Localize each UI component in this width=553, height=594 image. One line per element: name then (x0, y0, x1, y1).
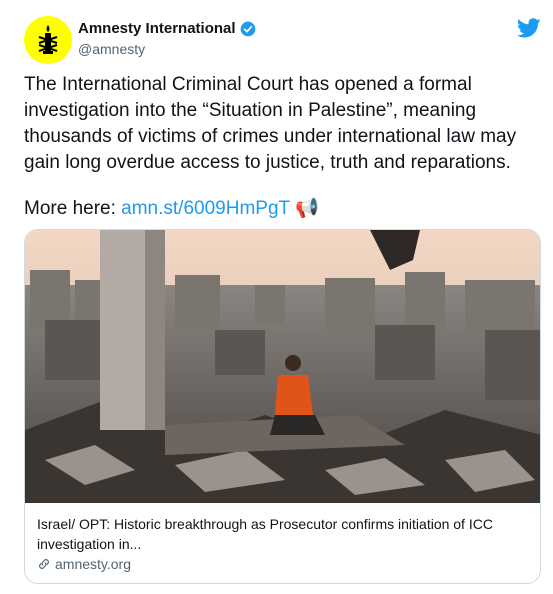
tweet-link[interactable]: amn.st/6009HmPgT (121, 198, 290, 219)
twitter-bird-icon[interactable] (517, 16, 541, 40)
tweet-text: The International Criminal Court has ope… (24, 74, 517, 173)
more-here-line: More here: amn.st/6009HmPgT 📢 (24, 196, 319, 222)
author-handle[interactable]: @amnesty (78, 41, 145, 57)
card-image[interactable] (25, 230, 541, 503)
card-domain-row[interactable]: amnesty.org (37, 556, 131, 572)
tweet: Amnesty International @amnesty The Inter… (0, 0, 553, 594)
link-card[interactable]: Israel/ OPT: Historic breakthrough as Pr… (24, 229, 541, 584)
card-domain: amnesty.org (55, 556, 131, 572)
more-prefix: More here: (24, 198, 122, 219)
display-name[interactable]: Amnesty International (78, 20, 236, 37)
avatar[interactable] (24, 16, 72, 64)
card-title[interactable]: Israel/ OPT: Historic breakthrough as Pr… (37, 514, 532, 554)
author-name-row[interactable]: Amnesty International (78, 20, 256, 37)
verified-badge-icon (240, 21, 255, 36)
amnesty-candle-logo-icon (38, 25, 58, 54)
megaphone-emoji: 📢 (295, 198, 319, 219)
link-icon (39, 559, 49, 569)
